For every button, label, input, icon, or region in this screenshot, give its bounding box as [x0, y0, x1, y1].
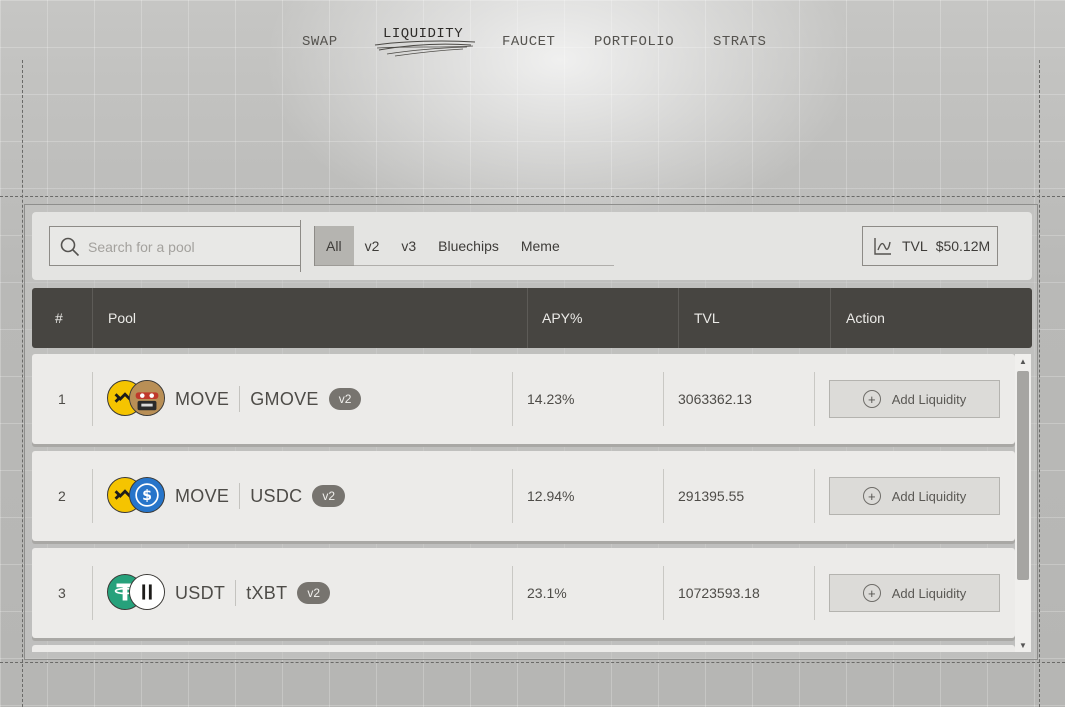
- version-badge: v2: [312, 485, 346, 507]
- pair-divider: [235, 580, 237, 606]
- gmove-token-icon: [129, 380, 165, 416]
- add-liquidity-button[interactable]: + Add Liquidity: [829, 477, 1000, 515]
- cell-divider: [814, 566, 815, 620]
- tab-bluechips[interactable]: Bluechips: [427, 226, 510, 266]
- cell-divider: [663, 469, 664, 523]
- line-chart-icon: [874, 238, 891, 255]
- table-row: 3 USDT tXBT v2 23.1% 10723593.18 + Add L…: [32, 548, 1015, 638]
- filters-underline: [314, 265, 614, 266]
- nav-faucet[interactable]: FAUCET: [502, 34, 555, 50]
- cell-divider: [663, 566, 664, 620]
- plus-icon: +: [862, 487, 881, 505]
- guide-line-bottom: [0, 662, 1065, 663]
- usdc-token-icon: $: [129, 477, 165, 513]
- search-input[interactable]: [88, 235, 293, 259]
- row-tvl: 10723593.18: [678, 585, 760, 601]
- total-tvl-display: TVL $50.12M: [862, 226, 998, 266]
- header-index: #: [55, 310, 63, 326]
- row-apy: 12.94%: [527, 488, 575, 504]
- txbt-token-icon: [129, 574, 165, 610]
- tvl-label: TVL: [902, 238, 928, 254]
- table-row: 2 $ MOVE USDC v2 12.94% 291395.55 + Add …: [32, 451, 1015, 541]
- pool-list-scrollbar[interactable]: ▲ ▼: [1015, 354, 1031, 652]
- row-tvl: 291395.55: [678, 488, 745, 504]
- pair-icons: $: [107, 477, 165, 515]
- header-tvl[interactable]: TVL: [694, 288, 720, 348]
- cell-divider: [92, 566, 93, 620]
- cell-divider: [92, 469, 93, 523]
- cell-divider: [512, 469, 513, 523]
- add-liquidity-button[interactable]: + Add Liquidity: [829, 380, 1000, 418]
- cell-divider: [92, 372, 93, 426]
- pool-pair[interactable]: MOVE GMOVE v2: [107, 354, 362, 444]
- nav-portfolio[interactable]: PORTFOLIO: [594, 34, 674, 50]
- pair-divider: [239, 386, 241, 412]
- guide-line-top: [0, 196, 1065, 197]
- plus-icon: +: [862, 584, 881, 602]
- cell-divider: [814, 372, 815, 426]
- row-apy: 14.23%: [527, 391, 575, 407]
- pools-panel: All v2 v3 Bluechips Meme TVL $50.12M # P…: [24, 204, 1038, 660]
- pool-pair[interactable]: $ MOVE USDC v2: [107, 451, 346, 541]
- search-box: [49, 226, 301, 266]
- header-divider: [92, 288, 93, 348]
- row-tvl: 3063362.13: [678, 391, 752, 407]
- token-a-symbol: MOVE: [175, 485, 230, 506]
- top-nav: SWAP LIQUIDITY FAUCET PORTFOLIO STRATS: [0, 26, 1065, 57]
- pool-pair[interactable]: USDT tXBT v2: [107, 548, 331, 638]
- cell-divider: [512, 372, 513, 426]
- header-pool[interactable]: Pool: [108, 288, 136, 348]
- add-liquidity-label: Add Liquidity: [891, 585, 967, 601]
- plus-icon: +: [862, 390, 881, 408]
- nav-swap[interactable]: SWAP: [302, 34, 338, 50]
- nav-liquidity[interactable]: LIQUIDITY: [374, 26, 476, 57]
- filter-tabs: All v2 v3 Bluechips Meme: [314, 226, 571, 266]
- table-row: [32, 645, 1015, 652]
- cell-divider: [512, 566, 513, 620]
- add-liquidity-label: Add Liquidity: [891, 391, 967, 407]
- table-header: # Pool APY% TVL Action: [32, 288, 1032, 348]
- guide-line-left: [22, 60, 23, 707]
- token-b-symbol: tXBT: [246, 582, 288, 603]
- header-divider: [527, 288, 528, 348]
- row-index: 2: [58, 488, 66, 504]
- token-b-symbol: USDC: [250, 485, 303, 506]
- scroll-up-arrow-icon[interactable]: ▲: [1015, 354, 1031, 368]
- row-apy: 23.1%: [527, 585, 567, 601]
- scroll-down-arrow-icon[interactable]: ▼: [1015, 638, 1031, 652]
- token-a-symbol: MOVE: [175, 388, 230, 409]
- tab-all[interactable]: All: [314, 226, 354, 266]
- nav-strats[interactable]: STRATS: [713, 34, 766, 50]
- version-badge: v2: [297, 582, 331, 604]
- tab-meme[interactable]: Meme: [510, 226, 571, 266]
- tab-v3[interactable]: v3: [390, 226, 427, 266]
- version-badge: v2: [328, 388, 362, 410]
- search-icon: [60, 237, 80, 257]
- pool-list: 1 MOVE GMOVE v2 14.23% 3063362.13 + Add …: [32, 354, 1015, 652]
- table-row: 1 MOVE GMOVE v2 14.23% 3063362.13 + Add …: [32, 354, 1015, 444]
- cell-divider: [663, 372, 664, 426]
- scrollbar-thumb[interactable]: [1017, 371, 1029, 580]
- nav-liquidity-label: LIQUIDITY: [383, 26, 464, 42]
- guide-line-right: [1039, 60, 1040, 707]
- filter-bar: All v2 v3 Bluechips Meme TVL $50.12M: [32, 212, 1032, 280]
- cell-divider: [814, 469, 815, 523]
- add-liquidity-label: Add Liquidity: [891, 488, 967, 504]
- pair-divider: [239, 483, 241, 509]
- header-divider: [678, 288, 679, 348]
- tvl-value: $50.12M: [935, 238, 991, 254]
- pair-icons: [107, 380, 165, 418]
- search-divider: [300, 220, 301, 272]
- svg-text:$: $: [142, 488, 152, 504]
- tab-v2[interactable]: v2: [354, 226, 391, 266]
- header-action: Action: [846, 310, 885, 326]
- header-apy[interactable]: APY%: [542, 288, 582, 348]
- header-divider: [830, 288, 831, 348]
- add-liquidity-button[interactable]: + Add Liquidity: [829, 574, 1000, 612]
- token-a-symbol: USDT: [175, 582, 226, 603]
- row-index: 3: [58, 585, 66, 601]
- row-index: 1: [58, 391, 66, 407]
- pair-icons: [107, 574, 165, 612]
- token-b-symbol: GMOVE: [250, 388, 319, 409]
